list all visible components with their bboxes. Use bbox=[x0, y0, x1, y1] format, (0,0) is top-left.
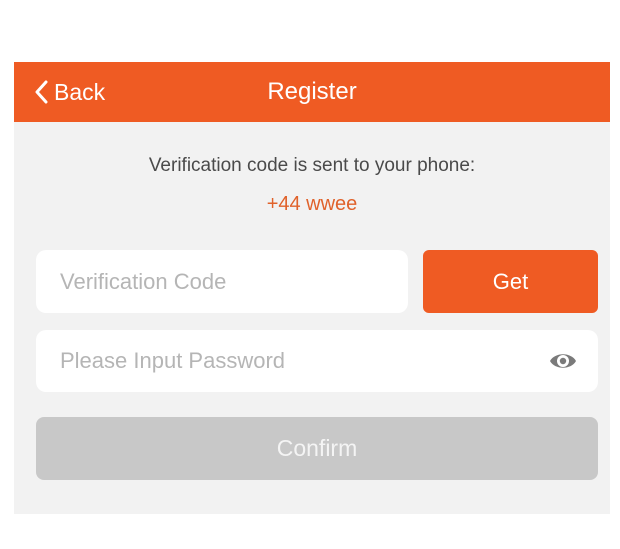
navigation-bar: Back Register bbox=[14, 62, 610, 122]
register-screen: Back Register Verification code is sent … bbox=[14, 62, 610, 514]
confirm-button[interactable]: Confirm bbox=[36, 417, 598, 480]
page-title: Register bbox=[267, 78, 357, 105]
password-input[interactable] bbox=[58, 347, 528, 375]
get-code-button[interactable]: Get bbox=[423, 250, 598, 313]
verification-code-input[interactable] bbox=[58, 267, 408, 296]
password-field[interactable] bbox=[36, 330, 598, 392]
verification-sent-message: Verification code is sent to your phone: bbox=[148, 155, 476, 176]
eye-icon[interactable] bbox=[548, 348, 578, 374]
phone-number: +44 wwee bbox=[266, 193, 358, 215]
verification-code-field[interactable] bbox=[36, 250, 408, 313]
